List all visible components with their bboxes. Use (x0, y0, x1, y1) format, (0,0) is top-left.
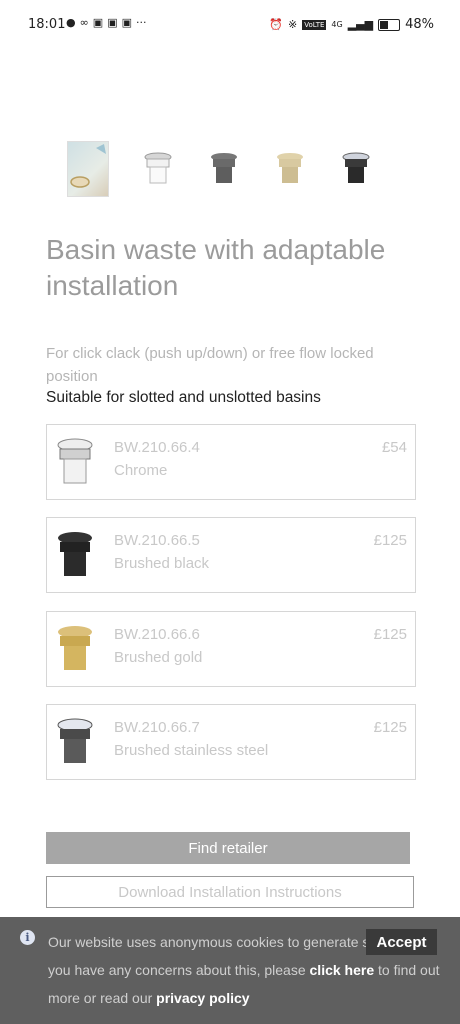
black-waste-icon (342, 152, 370, 183)
link-icon: ∞ (79, 16, 89, 29)
product-subtitle: For click clack (push up/down) or free f… (46, 345, 374, 385)
privacy-policy-link[interactable]: privacy policy (156, 990, 249, 1006)
instagram-icon: ▣ (92, 16, 104, 29)
status-bar: 18:01 ● ∞ ▣ ▣ ▣ ··· ⏰ ※ VoLTE 4G ▂▄▆ 48% (0, 0, 460, 52)
grey-waste-icon (211, 153, 237, 183)
variant-brushed-black[interactable]: BW.210.66.5 Brushed black £125 (46, 517, 416, 593)
messenger-icon: ● (66, 16, 76, 29)
instagram-icon: ▣ (107, 16, 118, 29)
thumbnail-gallery (66, 140, 386, 200)
product-title: Basin waste with adaptable installation (46, 234, 386, 301)
battery-icon (378, 18, 401, 31)
black-waste-icon (58, 532, 92, 576)
gold-thumbnail[interactable] (268, 140, 312, 198)
system-icons: ⏰ ※ VoLTE 4G ▂▄▆ 48% (269, 17, 434, 32)
product-photo-thumbnail[interactable] (66, 140, 110, 198)
network-type: 4G (331, 20, 343, 29)
variant-code: BW.210.66.7 (114, 719, 200, 736)
click-here-link[interactable]: click here (310, 962, 375, 978)
alarm-icon: ⏰ (269, 18, 284, 31)
variant-name: Brushed black (114, 555, 210, 572)
variant-name: Brushed stainless steel (114, 742, 269, 759)
black-thumbnail[interactable] (334, 140, 378, 198)
variant-price: £125 (373, 626, 407, 643)
battery-percent: 48% (405, 17, 434, 32)
notification-icons: ● ∞ ▣ ▣ ▣ ··· (66, 16, 147, 29)
variant-code: BW.210.66.4 (114, 439, 200, 456)
variant-brushed-gold[interactable]: BW.210.66.6 Brushed gold £125 (46, 611, 416, 687)
status-time: 18:01 (28, 17, 66, 32)
more-icon: ··· (136, 16, 147, 29)
basin-photo-icon (70, 144, 106, 188)
variant-brushed-stainless-steel[interactable]: BW.210.66.7 Brushed stainless steel £125 (46, 704, 416, 780)
gold-waste-icon (58, 626, 92, 670)
variant-price: £125 (373, 719, 407, 736)
variant-code: BW.210.66.5 (114, 532, 200, 549)
chrome-thumbnail[interactable] (136, 140, 180, 198)
info-icon: i (20, 930, 35, 945)
signal-icon: ▂▄▆ (347, 18, 374, 31)
chrome-waste-icon (57, 438, 93, 484)
gold-waste-icon (277, 153, 303, 183)
accept-cookies-button[interactable]: Accept (366, 929, 437, 955)
chrome-waste-icon (144, 152, 172, 184)
product-suitability: Suitable for slotted and unslotted basin… (46, 389, 321, 406)
variant-name: Brushed gold (114, 649, 203, 666)
bluetooth-icon: ※ (288, 18, 298, 31)
variant-code: BW.210.66.6 (114, 626, 200, 643)
variant-price: £125 (373, 532, 407, 549)
find-retailer-button[interactable]: Find retailer (46, 832, 410, 864)
volte-icon: VoLTE (302, 19, 327, 30)
variant-chrome[interactable]: BW.210.66.4 Chrome £54 (46, 424, 416, 500)
variant-price: £54 (381, 439, 407, 456)
instagram-icon: ▣ (121, 16, 132, 29)
download-instructions-button[interactable]: Download Installation Instructions (46, 876, 414, 908)
variant-name: Chrome (114, 462, 168, 479)
cookie-banner: i Our website uses anonymous cookies to … (0, 917, 460, 1024)
grey-thumbnail[interactable] (202, 140, 246, 198)
stainless-waste-icon (57, 718, 93, 763)
